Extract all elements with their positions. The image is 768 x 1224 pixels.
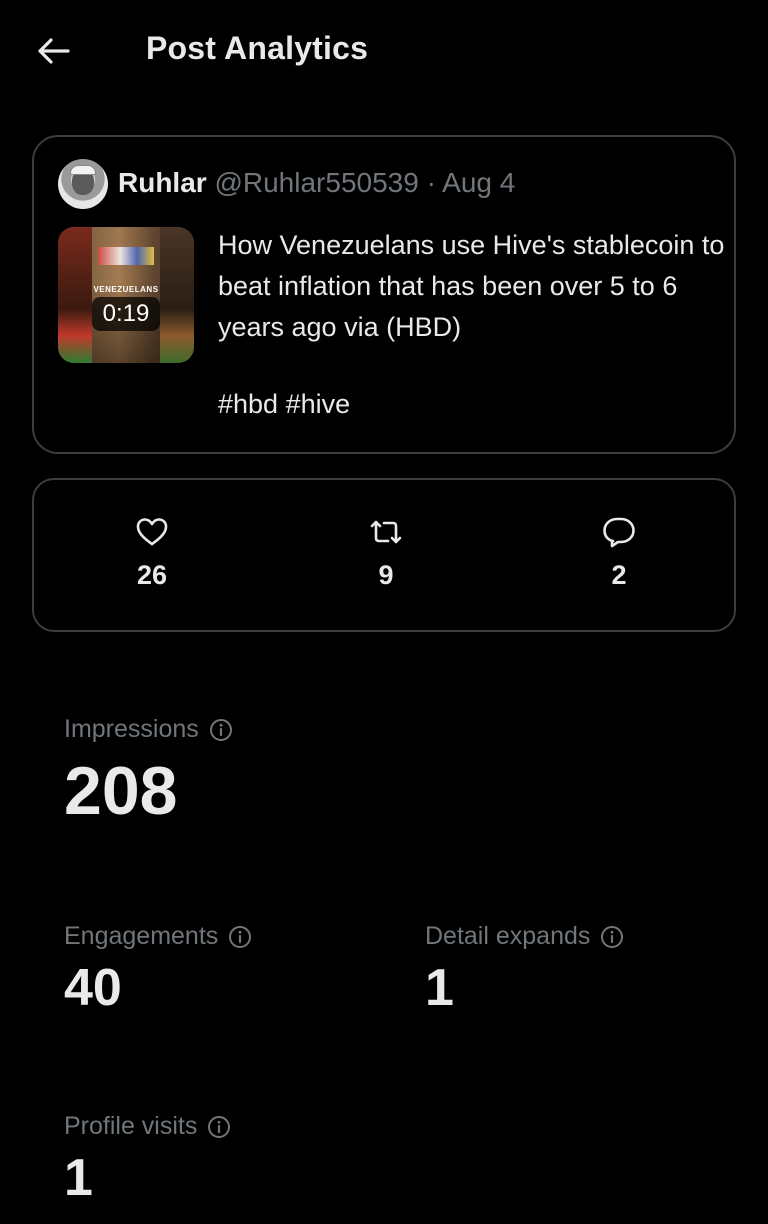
detail-expands-value: 1 bbox=[425, 959, 454, 1017]
video-duration-badge: 0:19 bbox=[92, 297, 160, 331]
engagements-label-row: Engagements bbox=[64, 922, 252, 951]
replies-count: 2 bbox=[611, 560, 627, 590]
post-preview-card[interactable]: Ruhlar @Ruhlar550539 · Aug 4 VENEZUELANS… bbox=[32, 135, 736, 454]
post-text: How Venezuelans use Hive's stablecoin to… bbox=[218, 230, 725, 342]
meta-separator: · bbox=[426, 167, 436, 198]
engagements-label: Engagements bbox=[64, 922, 219, 950]
author-name[interactable]: Ruhlar bbox=[118, 167, 207, 198]
post-meta: Ruhlar @Ruhlar550539 · Aug 4 bbox=[118, 167, 515, 199]
info-icon[interactable] bbox=[600, 925, 624, 949]
thumbnail-market-left bbox=[58, 227, 92, 363]
back-button[interactable] bbox=[30, 28, 76, 74]
video-thumbnail[interactable]: VENEZUELANS 0:19 bbox=[58, 227, 194, 363]
detail-expands-label: Detail expands bbox=[425, 922, 591, 950]
reposts-stat: 9 bbox=[346, 514, 426, 591]
thumbnail-banner bbox=[98, 247, 154, 265]
impressions-label: Impressions bbox=[64, 715, 199, 743]
profile-visits-label-row: Profile visits bbox=[64, 1112, 231, 1141]
engagements-value: 40 bbox=[64, 959, 122, 1017]
thumbnail-caption: VENEZUELANS bbox=[93, 285, 159, 294]
info-icon[interactable] bbox=[209, 718, 233, 742]
likes-stat: 26 bbox=[112, 514, 192, 591]
arrow-left-icon bbox=[38, 38, 70, 64]
heart-icon bbox=[136, 518, 168, 546]
reply-bubble-icon bbox=[603, 517, 635, 548]
profile-visits-label: Profile visits bbox=[64, 1112, 198, 1140]
author-handle[interactable]: @Ruhlar550539 bbox=[214, 167, 418, 198]
info-icon[interactable] bbox=[207, 1115, 231, 1139]
page-title: Post Analytics bbox=[146, 30, 369, 66]
post-hashtags[interactable]: #hbd #hive bbox=[218, 389, 350, 420]
header-bar: Post Analytics bbox=[0, 0, 768, 100]
avatar[interactable] bbox=[58, 159, 108, 209]
impressions-value: 208 bbox=[64, 753, 178, 829]
post-date: Aug 4 bbox=[442, 167, 516, 198]
profile-visits-value: 1 bbox=[64, 1149, 93, 1207]
engagement-stats-card: 26 9 2 bbox=[32, 478, 736, 632]
impressions-label-row: Impressions bbox=[64, 715, 233, 744]
likes-count: 26 bbox=[136, 560, 168, 590]
avatar-cap bbox=[70, 165, 96, 175]
reposts-count: 9 bbox=[378, 560, 394, 590]
detail-expands-label-row: Detail expands bbox=[425, 922, 624, 951]
thumbnail-market-right bbox=[160, 227, 194, 363]
info-icon[interactable] bbox=[228, 925, 252, 949]
repost-icon bbox=[370, 520, 402, 544]
replies-stat: 2 bbox=[579, 514, 659, 591]
